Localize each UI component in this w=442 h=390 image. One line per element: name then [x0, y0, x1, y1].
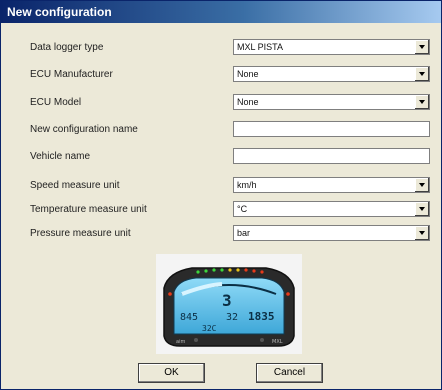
- temperature-measure-unit-value: °C: [237, 204, 248, 214]
- ecu-model-select[interactable]: None: [233, 94, 430, 110]
- readout-left: 845: [180, 312, 198, 323]
- cancel-button[interactable]: Cancel: [256, 363, 323, 383]
- ecu-manufacturer-value: None: [237, 69, 259, 79]
- new-configuration-name-label: New configuration name: [30, 124, 138, 135]
- readout-bottom: 32C: [202, 324, 217, 333]
- chevron-down-icon[interactable]: [414, 67, 429, 81]
- title-bar[interactable]: New configuration: [1, 1, 441, 23]
- device-button-icon: [194, 338, 198, 342]
- gear-readout: 3: [222, 291, 232, 310]
- chevron-down-icon[interactable]: [414, 40, 429, 54]
- new-configuration-dialog: New configuration Data logger type MXL P…: [0, 0, 442, 390]
- row-temperature-measure-unit: Temperature measure unit °C: [1, 201, 442, 221]
- ok-button[interactable]: OK: [138, 363, 205, 383]
- row-speed-measure-unit: Speed measure unit km/h: [1, 177, 442, 197]
- speed-measure-unit-label: Speed measure unit: [30, 180, 120, 191]
- readout-right: 1835: [248, 310, 275, 323]
- readout-mid: 32: [226, 312, 238, 323]
- speed-measure-unit-select[interactable]: km/h: [233, 177, 430, 193]
- row-ecu-model: ECU Model None: [1, 94, 442, 114]
- dashboard-graphic: 3 845 32 1835 32C aim MXL: [163, 267, 295, 347]
- row-vehicle-name: Vehicle name: [1, 148, 442, 168]
- chevron-down-icon[interactable]: [414, 226, 429, 240]
- brand-left-label: aim: [176, 339, 185, 345]
- chevron-down-icon[interactable]: [414, 95, 429, 109]
- speed-measure-unit-value: km/h: [237, 180, 257, 190]
- pressure-measure-unit-select[interactable]: bar: [233, 225, 430, 241]
- device-button-icon: [260, 338, 264, 342]
- ecu-manufacturer-select[interactable]: None: [233, 66, 430, 82]
- row-pressure-measure-unit: Pressure measure unit bar: [1, 225, 442, 245]
- vehicle-name-input[interactable]: [233, 148, 430, 164]
- vehicle-name-label: Vehicle name: [30, 151, 91, 162]
- ecu-model-value: None: [237, 97, 259, 107]
- temperature-measure-unit-select[interactable]: °C: [233, 201, 430, 217]
- data-logger-type-label: Data logger type: [30, 42, 104, 53]
- row-new-configuration-name: New configuration name: [1, 121, 442, 141]
- dashboard-device-image: 3 845 32 1835 32C aim MXL: [156, 254, 302, 354]
- ecu-model-label: ECU Model: [30, 97, 82, 108]
- temperature-measure-unit-label: Temperature measure unit: [30, 204, 147, 215]
- row-ecu-manufacturer: ECU Manufacturer None: [1, 66, 442, 86]
- pressure-measure-unit-value: bar: [237, 228, 251, 238]
- ecu-manufacturer-label: ECU Manufacturer: [30, 69, 113, 80]
- data-logger-type-value: MXL PISTA: [237, 42, 284, 52]
- new-configuration-name-input[interactable]: [233, 121, 430, 137]
- data-logger-type-select[interactable]: MXL PISTA: [233, 39, 430, 55]
- row-data-logger-type: Data logger type MXL PISTA: [1, 39, 442, 59]
- chevron-down-icon[interactable]: [414, 178, 429, 192]
- brand-right-label: MXL: [272, 339, 283, 345]
- chevron-down-icon[interactable]: [414, 202, 429, 216]
- window-title: New configuration: [7, 5, 112, 19]
- pressure-measure-unit-label: Pressure measure unit: [30, 228, 131, 239]
